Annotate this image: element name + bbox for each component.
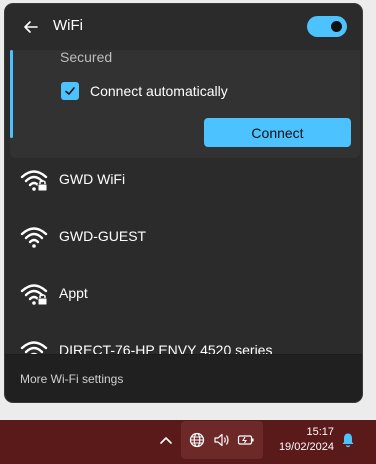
chevron-up-icon[interactable] — [158, 432, 174, 448]
network-name: GWD WiFi — [59, 171, 126, 187]
check-icon — [65, 87, 75, 95]
more-wifi-settings-link[interactable]: More Wi-Fi settings — [20, 372, 123, 386]
selection-accent-bar — [10, 50, 13, 138]
back-arrow-icon[interactable] — [21, 17, 41, 37]
globe-icon — [189, 432, 205, 448]
page-title: WiFi — [53, 17, 83, 34]
selected-network-panel: Secured Connect automatically Connect — [10, 49, 360, 158]
auto-connect-checkbox[interactable] — [61, 82, 79, 100]
wifi-lock-icon — [20, 170, 48, 192]
wifi-icon — [20, 227, 48, 248]
connect-button[interactable]: Connect — [204, 118, 351, 147]
volume-icon — [214, 433, 229, 447]
battery-icon — [237, 435, 254, 445]
flyout-header: WiFi — [5, 4, 362, 50]
quick-settings-button[interactable] — [181, 421, 263, 459]
wifi-lock-icon — [20, 284, 48, 306]
taskbar: 15:17 19/02/2024 — [0, 420, 376, 464]
bell-icon[interactable] — [341, 432, 355, 448]
network-item[interactable]: GWD-GUEST — [5, 217, 355, 257]
flyout-footer: More Wi-Fi settings — [5, 354, 362, 402]
network-name: GWD-GUEST — [59, 228, 147, 244]
clock-date: 19/02/2024 — [278, 441, 334, 453]
network-item[interactable]: Appt — [5, 274, 355, 314]
wifi-toggle[interactable] — [307, 16, 347, 37]
toggle-knob — [331, 21, 342, 32]
auto-connect-label[interactable]: Connect automatically — [90, 83, 228, 99]
network-name: Appt — [59, 285, 88, 301]
taskbar-clock[interactable]: 15:17 19/02/2024 — [270, 425, 334, 455]
clock-time: 15:17 — [306, 426, 334, 438]
network-security-status: Secured — [60, 49, 113, 65]
network-item[interactable]: GWD WiFi — [5, 160, 355, 200]
wifi-flyout: WiFi Secured Connect automatically Conne… — [5, 4, 362, 402]
